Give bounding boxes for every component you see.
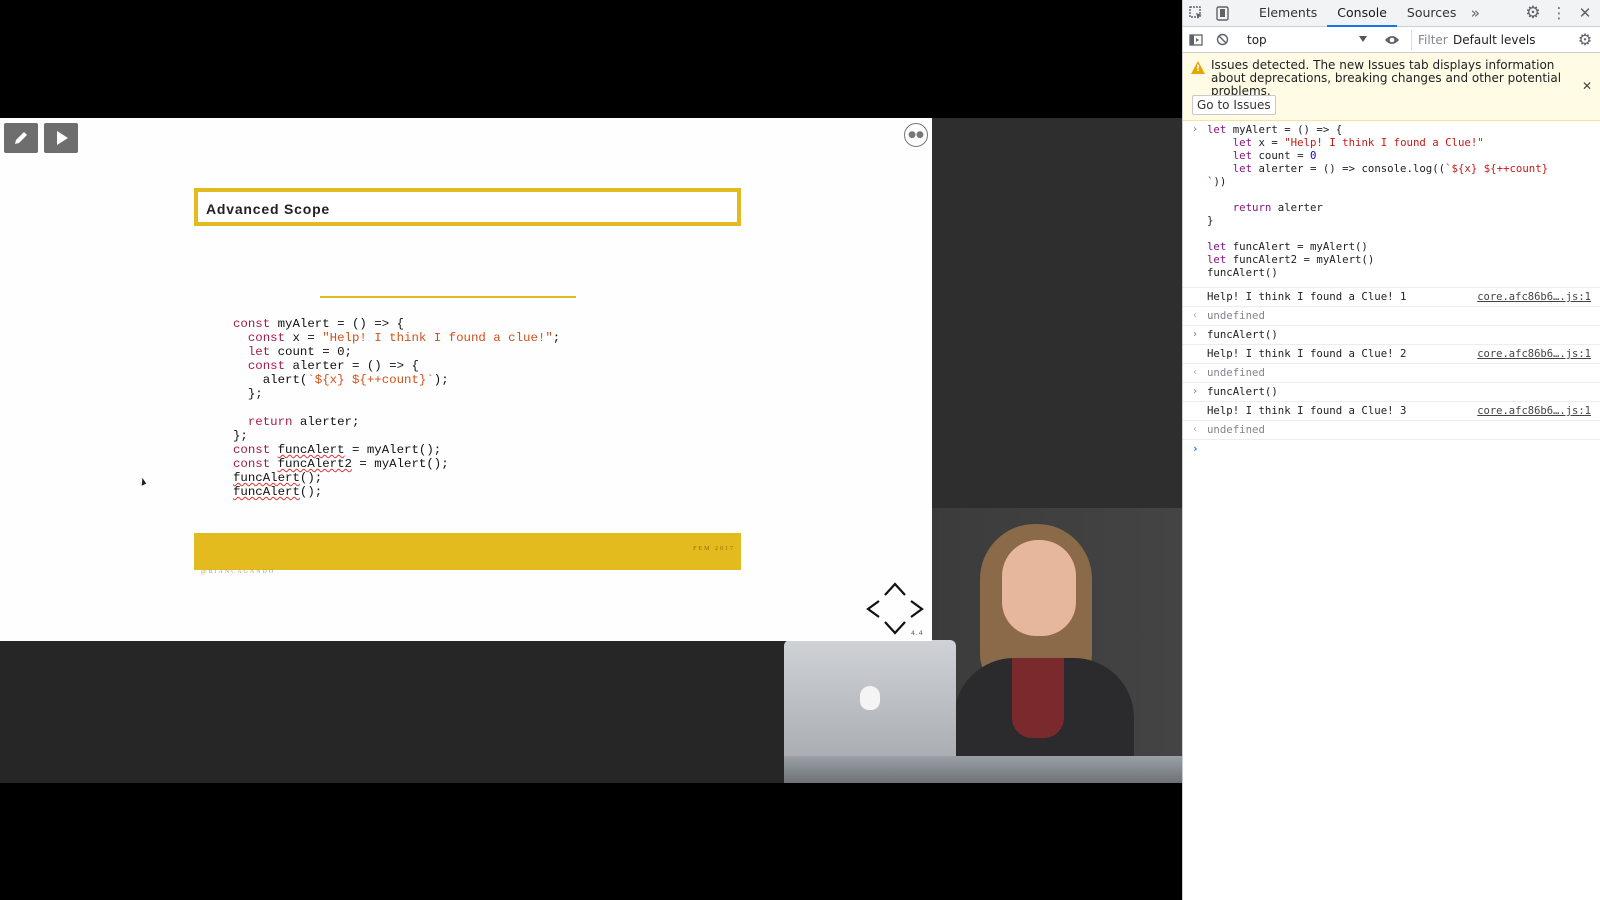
screen: ●● Advanced Scope const myAlert = () => … [0,0,1600,900]
context-value: top [1247,32,1267,47]
laptop [784,640,956,762]
output-arrow-icon: ‹ [1192,310,1199,321]
presenter-face [1002,540,1076,636]
play-button[interactable] [44,123,78,153]
video-player[interactable]: ●● Advanced Scope const myAlert = () => … [0,0,1182,900]
slide-footer-band: FEM 2017 [194,533,741,570]
more-tabs-icon[interactable]: » [1466,0,1484,26]
go-to-issues-button[interactable]: Go to Issues [1192,95,1276,115]
tab-elements[interactable]: Elements [1249,0,1327,27]
tab-console[interactable]: Console [1327,0,1397,27]
slide-number: 4.4 [911,630,924,637]
input-chevron-icon: › [1192,124,1199,135]
settings-gear-icon[interactable]: ⚙ [1520,0,1546,26]
source-link[interactable]: core.afc86b6….js:1 [1477,291,1591,304]
slide-code-line: const x = "Help! I think I found a clue!… [247,331,561,345]
inspect-element-icon[interactable] [1183,0,1209,26]
log-levels-dropdown[interactable]: Default levels [1453,30,1535,50]
slide-code-line: funcAlert(); [233,471,323,485]
slide-footer-label: FEM 2017 [693,546,735,552]
result-entry: ‹ undefined [1183,421,1600,440]
slide-code-line: const funcAlert = myAlert(); [233,443,442,457]
result-entry: ‹ undefined [1183,307,1600,326]
console-toolbar: top Filter Default levels ⚙ [1183,27,1600,53]
slide-code-line: return alerter; [247,415,360,429]
close-banner-icon[interactable]: ✕ [1582,79,1592,93]
play-icon [57,131,68,145]
slide-code-line: alert(`${x} ${++count}`); [233,373,449,387]
slide-title: Advanced Scope [206,201,331,217]
slide-code-line: const myAlert = () => { [233,317,405,331]
log-entry: Help! I think I found a Clue! 1 core.afc… [1183,288,1600,307]
input-chevron-icon: › [1192,386,1199,397]
slide-divider [320,296,576,298]
dropdown-arrow-icon [1359,35,1367,42]
filter-input[interactable]: Filter [1411,29,1449,50]
result-value: undefined [1207,309,1265,322]
console-input-entry: › funcAlert() [1183,383,1600,402]
slide-code-line: }; [233,387,263,401]
input-code: funcAlert() [1207,328,1278,341]
slide-code-line: const funcAlert2 = myAlert(); [233,457,449,471]
log-message: Help! I think I found a Clue! 3 [1207,404,1407,417]
issues-message: Issues detected. The new Issues tab disp… [1211,58,1562,98]
clear-console-icon[interactable] [1209,27,1235,53]
warning-icon: ! [1191,61,1205,74]
device-toolbar-icon[interactable] [1209,0,1235,26]
console-prompt[interactable]: › [1183,440,1600,460]
log-message: Help! I think I found a Clue! 1 [1207,290,1407,303]
draw-button[interactable] [4,123,38,153]
result-value: undefined [1207,366,1265,379]
source-link[interactable]: core.afc86b6….js:1 [1477,405,1591,418]
result-entry: ‹ undefined [1183,364,1600,383]
viewers-icon[interactable]: ●● [904,123,928,147]
console-settings-gear-icon[interactable]: ⚙ [1572,27,1598,53]
slide-code-line: funcAlert(); [233,485,323,499]
slide-code-line: }; [233,429,248,443]
issues-banner: ! Issues detected. The new Issues tab di… [1183,53,1600,121]
slide-code: const myAlert = () => { const x = "Help!… [233,317,560,499]
input-code: let myAlert = () => { let x = "Help! I t… [1207,123,1549,279]
console-input-entry: › funcAlert() [1183,326,1600,345]
console-output: › let myAlert = () => { let x = "Help! I… [1183,121,1600,460]
close-devtools-icon[interactable]: ✕ [1572,0,1598,26]
devtools-panel: Elements Console Sources » ⚙ ⋮ ✕ top Fil… [1182,0,1600,900]
tab-sources[interactable]: Sources [1397,0,1466,27]
slide-author-handle: @BIANCAGANDO [201,569,276,575]
console-input-entry: › let myAlert = () => { let x = "Help! I… [1183,121,1600,288]
live-expression-eye-icon[interactable] [1379,27,1405,53]
apple-logo-icon [860,686,880,710]
log-entry: Help! I think I found a Clue! 3 core.afc… [1183,402,1600,421]
input-code: funcAlert() [1207,385,1278,398]
context-selector[interactable]: top [1243,30,1373,50]
slide-title-box: Advanced Scope [194,188,741,226]
input-chevron-icon: › [1192,329,1199,340]
log-message: Help! I think I found a Clue! 2 [1207,347,1407,360]
output-arrow-icon: ‹ [1192,367,1199,378]
slide-code-line [233,401,560,415]
pencil-icon [15,132,27,144]
slide-code-line: let count = 0; [247,345,352,359]
slide-nav-icon[interactable] [865,581,925,636]
log-entry: Help! I think I found a Clue! 2 core.afc… [1183,345,1600,364]
mouse-cursor-icon [138,477,147,486]
desk [784,756,1182,783]
devtools-tabbar: Elements Console Sources » ⚙ ⋮ ✕ [1183,0,1600,27]
result-value: undefined [1207,423,1265,436]
prompt-chevron-icon: › [1192,442,1199,455]
slide-code-line: const alerter = () => { [247,359,419,373]
sidebar-toggle-icon[interactable] [1183,27,1209,53]
output-arrow-icon: ‹ [1192,424,1199,435]
kebab-menu-icon[interactable]: ⋮ [1546,0,1572,26]
source-link[interactable]: core.afc86b6….js:1 [1477,348,1591,361]
slide: ●● Advanced Scope const myAlert = () => … [0,118,932,641]
presenter-shirt [1012,658,1064,738]
